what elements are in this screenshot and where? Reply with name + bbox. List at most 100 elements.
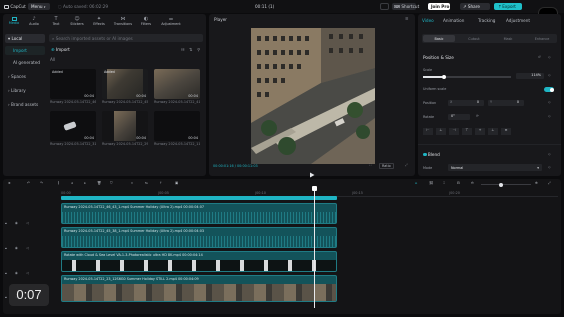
tab-audio[interactable]: ♪ Audio: [25, 16, 43, 29]
scale-slider[interactable]: [423, 74, 511, 79]
align-bottom-icon[interactable]: ⊥: [488, 128, 498, 135]
playhead-handle[interactable]: [312, 186, 317, 191]
magnet-icon[interactable]: ⩍: [415, 181, 417, 185]
tab-stickers[interactable]: ☺ Stickers: [67, 16, 87, 29]
crop-icon[interactable]: ⌗: [131, 181, 133, 185]
import-button[interactable]: ⊕ Import: [49, 46, 79, 53]
rotate-field[interactable]: 0°: [448, 114, 470, 120]
split-right-icon[interactable]: ⫸: [84, 181, 86, 185]
tab-text[interactable]: T Text: [47, 16, 65, 29]
align-center-h-icon[interactable]: ⊥: [436, 128, 446, 135]
eye-icon[interactable]: ◉: [15, 221, 18, 225]
preview-axis-icon[interactable]: ⌶: [443, 181, 445, 185]
timeline-clip[interactable]: Runway 2024-05-14T22_46_43_1.mp4 Summer …: [61, 203, 337, 224]
checkbox-icon[interactable]: [423, 152, 427, 156]
frame-icon[interactable]: ▣: [175, 181, 178, 185]
asset-card[interactable]: 00:04 Runway 2024-05-14T22_11.mp4: [154, 111, 200, 147]
undo-icon[interactable]: ↶: [27, 181, 30, 185]
keyframe-icon[interactable]: ◇: [548, 100, 551, 104]
tab-video[interactable]: Video: [422, 18, 434, 23]
fullscreen-icon[interactable]: ⛶: [369, 163, 371, 167]
keyframe-icon[interactable]: ◇: [548, 165, 551, 169]
mode-select[interactable]: Normal ▾: [448, 164, 542, 171]
nav-item-library[interactable]: › Library: [5, 86, 45, 95]
tab-filters[interactable]: ◐ Filters: [137, 16, 155, 29]
subtab-basic[interactable]: Basic: [423, 35, 455, 42]
tab-transitions[interactable]: ⋈ Transitions: [111, 16, 135, 29]
nav-item-import[interactable]: Import: [5, 46, 45, 55]
distribute-icon[interactable]: ≡: [501, 128, 511, 135]
timeline-clip[interactable]: Runway 2024-05-14T22_23_12S6G0 Summer Ho…: [61, 275, 337, 302]
timeline-clip[interactable]: [61, 196, 337, 200]
speaker-icon[interactable]: ◁: [26, 221, 29, 225]
share-button[interactable]: ↗ Share: [460, 3, 490, 10]
split-left-icon[interactable]: ⫷: [71, 181, 73, 185]
rotate-dial-icon[interactable]: ⟳: [476, 114, 479, 118]
position-y-field[interactable]: Y 0: [488, 100, 524, 106]
nav-item-local[interactable]: ▾ Local: [5, 34, 45, 43]
subtab-enhance[interactable]: Enhance: [526, 35, 558, 42]
play-button[interactable]: [309, 163, 315, 178]
nav-item-ai-generated[interactable]: AI generated: [5, 58, 45, 67]
fit-icon[interactable]: ⤢: [548, 181, 551, 185]
lock-icon[interactable]: 🔒︎: [5, 295, 7, 299]
more-menu-icon[interactable]: ≡: [405, 16, 409, 21]
split-icon[interactable]: ⫿: [58, 181, 59, 185]
tab-media[interactable]: Media: [5, 16, 23, 29]
uniform-scale-toggle[interactable]: [544, 87, 554, 92]
captions-icon[interactable]: ⊟: [457, 181, 460, 185]
scale-value-field[interactable]: 114%: [516, 73, 544, 79]
search-input[interactable]: ⌕ Search imported assets or AI images: [49, 34, 203, 42]
lock-icon[interactable]: 🔒︎: [5, 246, 7, 250]
asset-card[interactable]: 00:04 Runway 2024-05-14T22_31.mp4: [50, 111, 96, 147]
keyframe-icon[interactable]: ◇: [548, 55, 551, 59]
eye-icon[interactable]: ◉: [15, 271, 18, 275]
mirror-icon[interactable]: ⇋: [145, 181, 148, 185]
lock-icon[interactable]: 🔒︎: [5, 271, 7, 275]
filter-icon[interactable]: ⚲: [197, 47, 200, 52]
delete-icon[interactable]: 🗑: [97, 181, 101, 185]
playhead[interactable]: [312, 186, 317, 308]
zoom-out-icon[interactable]: ⊖: [471, 181, 474, 185]
redo-icon[interactable]: ↷: [40, 181, 43, 185]
zoom-in-icon[interactable]: ⊕: [535, 181, 538, 185]
tab-adjustment[interactable]: Adjustment: [506, 18, 530, 23]
zoom-slider[interactable]: [481, 182, 531, 187]
speaker-icon[interactable]: ◁: [26, 246, 29, 250]
select-tool-icon[interactable]: ➤: [8, 181, 11, 185]
nav-item-spaces[interactable]: › Spaces: [5, 72, 45, 81]
shield-icon[interactable]: ⛉: [110, 181, 113, 185]
shortcut-button[interactable]: ⌨ Shortcut: [392, 3, 419, 10]
asset-card[interactable]: 00:04 Runway 2024-05-14T22_41.mp4: [154, 69, 200, 105]
view-toggle-icon[interactable]: ☷: [181, 47, 185, 52]
align-left-icon[interactable]: ⊢: [423, 128, 433, 135]
expand-icon[interactable]: ⤢: [405, 163, 408, 167]
tab-tracking[interactable]: Tracking: [478, 18, 495, 23]
position-x-field[interactable]: X 0: [448, 100, 484, 106]
export-button[interactable]: ⤒ Export: [494, 3, 522, 10]
reset-icon[interactable]: ↺: [538, 55, 541, 59]
ratio-button[interactable]: Ratio: [379, 163, 394, 170]
scale-slider-knob[interactable]: [442, 74, 446, 79]
upload-icon[interactable]: ⤒: [160, 181, 162, 185]
lock-icon[interactable]: 🔒︎: [5, 221, 7, 225]
tab-animation[interactable]: Animation: [443, 18, 464, 23]
zoom-slider-knob[interactable]: [499, 182, 503, 187]
asset-card[interactable]: Added 00:04 Runway 2024-05-14T22_45.mp4: [102, 69, 148, 105]
sort-icon[interactable]: ⇅: [189, 47, 193, 52]
asset-card[interactable]: 00:04 Runway 2024-05-14T22_29.mp4: [102, 111, 148, 147]
subtab-cutout[interactable]: Cutout: [458, 35, 490, 42]
align-top-icon[interactable]: ⊤: [462, 128, 472, 135]
nav-item-brand-assets[interactable]: › Brand assets: [5, 100, 45, 109]
menu-button[interactable]: Menu ▾: [28, 3, 50, 10]
link-icon[interactable]: ⛓: [429, 181, 433, 185]
eye-icon[interactable]: ◉: [15, 246, 18, 250]
align-right-icon[interactable]: ⊣: [449, 128, 459, 135]
timeline-clip[interactable]: Rotate with Cloud & Sea Level VA-1-3-Pho…: [61, 251, 337, 272]
speaker-icon[interactable]: ◁: [26, 271, 29, 275]
asset-card[interactable]: Added 00:04 Runway 2024-05-14T22_46_43_1…: [50, 69, 96, 105]
subtab-mask[interactable]: Mask: [492, 35, 524, 42]
timeline-clip[interactable]: Runway 2024-05-14T22_45_38_1.mp4 Summer …: [61, 227, 337, 248]
tab-effects[interactable]: ✦ Effects: [89, 16, 109, 29]
keyframe-icon[interactable]: ◇: [548, 114, 551, 118]
